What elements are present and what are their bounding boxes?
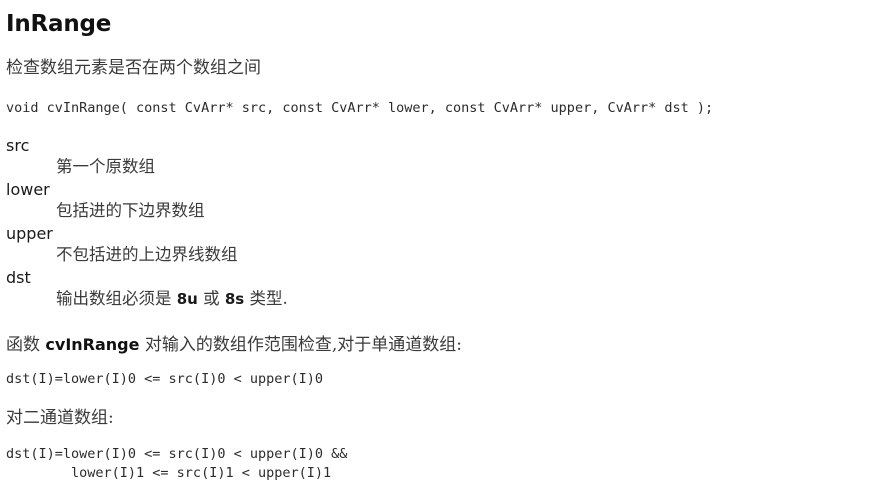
description-lead-suffix: 对输入的数组作范围检查,对于单通道数组: [139,335,463,355]
parameter-desc-dst-mid: 或 [197,289,225,308]
page-title: InRange [6,11,112,37]
parameter-term-src: src [6,136,30,155]
type-code-8s: 8s [224,290,245,308]
parameter-term-dst: dst [6,268,31,287]
parameter-term-lower: lower [6,180,50,199]
parameter-term-upper: upper [6,224,53,243]
parameter-desc-dst-suffix: 类型. [244,289,288,308]
description-lead-prefix: 函数 [6,335,46,355]
inline-function-name: cvInRange [45,335,140,354]
formula-two-channel: dst(I)=lower(I)0 <= src(I)0 < upper(I)0 … [6,446,348,481]
parameter-desc-dst-prefix: 输出数组必须是 [56,289,177,308]
parameter-desc-src: 第一个原数组 [56,157,155,176]
documentation-page: InRange 检查数组元素是否在两个数组之间 void cvInRange( … [0,0,875,500]
parameter-desc-dst: 输出数组必须是 8u 或 8s 类型. [0,288,875,312]
two-channel-label: 对二通道数组: [6,408,114,428]
description-lead: 函数 cvInRange 对输入的数组作范围检查,对于单通道数组: [0,312,875,356]
function-signature: void cvInRange( const CvArr* src, const … [6,100,714,116]
parameter-desc-lower: 包括进的下边界数组 [56,201,205,220]
type-code-8u: 8u [176,290,198,308]
parameter-list: src 第一个原数组 lower 包括进的下边界数组 upper 不包括进的上边… [0,118,875,312]
formula-single-channel: dst(I)=lower(I)0 <= src(I)0 < upper(I)0 [6,371,323,387]
parameter-desc-upper: 不包括进的上边界线数组 [56,245,238,264]
function-summary: 检查数组元素是否在两个数组之间 [6,58,261,78]
